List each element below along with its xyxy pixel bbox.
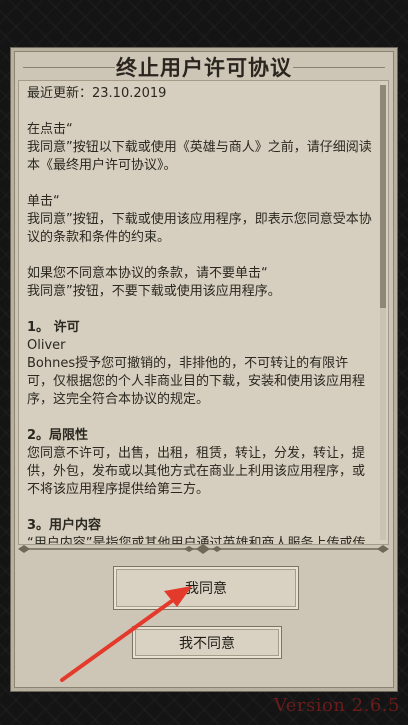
section-heading-restrictions: 2。局限性 [27, 428, 89, 443]
scrollbar-thumb[interactable] [380, 85, 386, 308]
section-body-license: Oliver Bohnes授予您可撤销的，非排他的，不可转让的有限许可，仅根据您… [27, 338, 366, 407]
agreement-text: 最近更新：23.10.2019 在点击“ 我同意”按钮以下载或使用《英雄与商人》… [27, 85, 373, 544]
section-body-restrictions: 您同意不许可，出售，出租，租赁，转让，分发，转让，提供，外包，发布或以其他方式在… [27, 446, 366, 497]
disagree-button-label: 我不同意 [179, 635, 235, 652]
dialog-title-bar: 终止用户许可协议 [15, 52, 393, 82]
section-heading-user-content: 3。用户内容 [27, 518, 102, 533]
section-heading-license: 1。 许可 [27, 320, 80, 335]
divider-ornament [18, 544, 389, 554]
dialog-title: 终止用户许可协议 [116, 56, 292, 80]
last-update-text: 最近更新：23.10.2019 [27, 86, 167, 101]
title-rule-right [293, 67, 385, 68]
version-label: Version 2.6.5 [273, 695, 400, 716]
agree-button-label: 我同意 [185, 581, 227, 597]
disagree-button[interactable]: 我不同意 [132, 626, 282, 659]
paragraph-1: 在点击“ 我同意”按钮以下载或使用《英雄与商人》之前，请仔细阅读本《最终用户许可… [27, 122, 372, 173]
agreement-scroll-area[interactable]: 最近更新：23.10.2019 在点击“ 我同意”按钮以下载或使用《英雄与商人》… [18, 80, 389, 545]
agree-button[interactable]: 我同意 [113, 566, 299, 610]
eula-dialog: 终止用户许可协议 最近更新：23.10.2019 在点击“ 我同意”按钮以下载或… [10, 47, 398, 692]
title-rule-left [23, 67, 115, 68]
paragraph-3: 如果您不同意本协议的条款，请不要单击“ 我同意”按钮，不要下载或使用该应用程序。 [27, 266, 281, 299]
paragraph-2: 单击“ 我同意”按钮，下载或使用该应用程序，即表示您同意受本协议的条款和条件的约… [27, 194, 372, 245]
